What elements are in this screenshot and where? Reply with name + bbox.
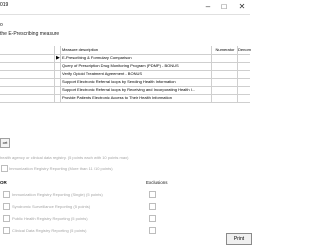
window-title: 019 [0, 2, 9, 8]
or-label: OR [0, 180, 7, 185]
item-checkbox[interactable] [3, 227, 10, 234]
row-description: Query of Prescription Drug Monitoring Pr… [62, 63, 179, 68]
exclusion-checkbox[interactable] [149, 227, 156, 234]
header-line-1: o [0, 22, 3, 28]
row-description: Provide Patients Electronic Access to Th… [62, 95, 172, 100]
item-label: Public Health Registry Reporting (5 poin… [12, 216, 88, 221]
row-description: E-Prescribing & Formulary Comparison [62, 55, 132, 60]
immunization-line: Immunization Registry Reporting (More th… [9, 166, 113, 171]
row-description: Verify Opioid Treatment Agreement - BONU… [62, 71, 143, 76]
item-label: Immunization Registry Reporting (Single)… [12, 192, 103, 197]
print-button[interactable]: Print [226, 233, 252, 245]
report-button[interactable]: ort [0, 138, 10, 148]
exclusion-checkbox[interactable] [149, 203, 156, 210]
item-checkbox[interactable] [3, 215, 10, 222]
item-checkbox[interactable] [3, 191, 10, 198]
maximize-icon[interactable]: □ [218, 1, 230, 12]
title-bar: 019 – □ ✕ [0, 0, 250, 15]
item-label: Syndromic Surveillance Reporting (5 poin… [12, 204, 91, 209]
exclusion-checkbox[interactable] [149, 191, 156, 198]
item-label: Clinical Data Registry Reporting (5 poin… [12, 228, 87, 233]
immunization-checkbox[interactable] [1, 165, 8, 172]
close-icon[interactable]: ✕ [236, 1, 248, 12]
row-description: Support Electronic Referral loops by Sen… [62, 79, 176, 84]
exclusions-label: Exclusions [146, 180, 168, 185]
public-health-intro: health agency or clinical data registry.… [0, 155, 129, 160]
row-description: Support Electronic Referral loops by Rec… [62, 87, 196, 92]
column-header-description[interactable]: Measure description [62, 46, 212, 54]
exclusion-checkbox[interactable] [149, 215, 156, 222]
column-header-denominator[interactable]: Denom [238, 46, 252, 54]
header-line-2: the E-Prescribing measure [0, 31, 60, 37]
row-selected-arrow-icon: ▶ [56, 55, 60, 61]
minimize-icon[interactable]: – [202, 1, 214, 12]
item-checkbox[interactable] [3, 203, 10, 210]
column-header-numerator[interactable]: Numerator [212, 46, 238, 54]
